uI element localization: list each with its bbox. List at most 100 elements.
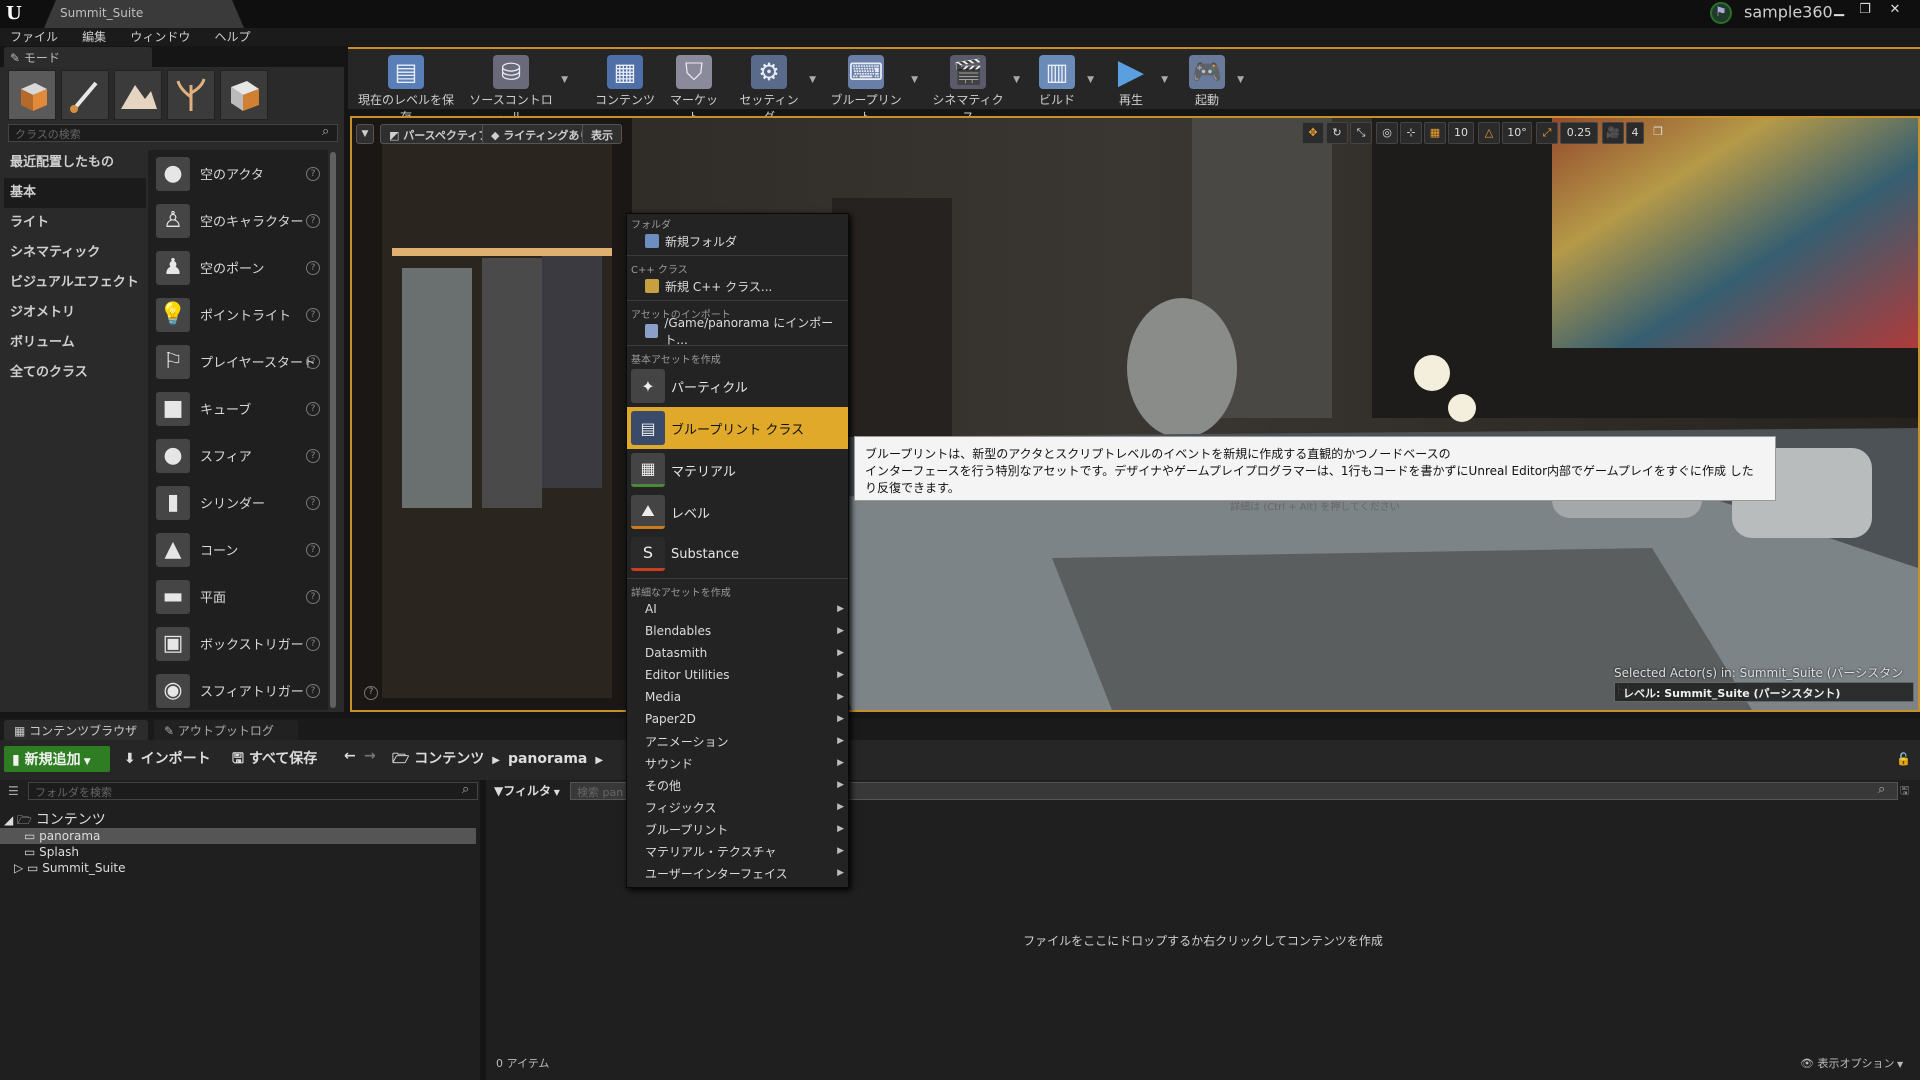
help-icon[interactable]: ? (306, 495, 320, 510)
help-icon[interactable]: ? (306, 542, 320, 557)
save-search-icon[interactable]: 🖫 (1900, 782, 1909, 801)
tree-item-panorama[interactable]: ▭ panorama (0, 828, 476, 844)
chevron-down-icon[interactable]: ▼ (561, 75, 568, 85)
tree-item-splash[interactable]: ▭ Splash (0, 844, 476, 860)
submenu-misc[interactable]: その他 ▶ (627, 774, 848, 796)
launch-button[interactable]: 🎮 起動 ▼ (1182, 55, 1244, 109)
class-search-input[interactable]: クラスの検索 (8, 124, 338, 142)
perspective-button[interactable]: ◩ パースペクティブ (380, 124, 499, 144)
play-button[interactable]: ▶ 再生 ▼ (1106, 52, 1168, 109)
place-mode-button[interactable] (8, 70, 56, 120)
create-particle-item[interactable]: ✦ パーティクル (627, 365, 848, 407)
help-icon[interactable]: ? (306, 260, 320, 275)
menu-window[interactable]: ウィンドウ (120, 28, 200, 46)
close-icon[interactable]: ✕ (1884, 2, 1906, 20)
menu-help[interactable]: ヘルプ (204, 28, 260, 46)
project-badge[interactable]: ⚑ sample360 (1710, 2, 1833, 26)
chevron-down-icon[interactable]: ▼ (809, 75, 816, 85)
help-icon[interactable]: ? (306, 166, 320, 181)
submenu-editor-utilities[interactable]: Editor Utilities ▶ (627, 664, 848, 686)
submenu-datasmith[interactable]: Datasmith ▶ (627, 642, 848, 664)
new-folder-item[interactable]: 新規フォルダ (627, 230, 848, 252)
foliage-mode-button[interactable] (167, 70, 215, 120)
submenu-animation[interactable]: アニメーション ▶ (627, 730, 848, 752)
list-item[interactable]: ⚐ プレイヤースタート? (148, 338, 328, 385)
list-item[interactable]: ♟ 空のポーン? (148, 244, 328, 291)
help-icon[interactable]: ? (306, 589, 320, 604)
category-visual-effects[interactable]: ビジュアルエフェクト (4, 268, 146, 298)
help-icon[interactable]: ? (306, 636, 320, 651)
grid-snap-icon[interactable]: ▦ (1424, 122, 1446, 144)
help-icon[interactable]: ? (306, 213, 320, 228)
help-icon[interactable]: ? (306, 354, 320, 369)
help-icon[interactable]: ? (306, 683, 320, 698)
tree-root[interactable]: ◢ 🗁 コンテンツ (0, 812, 476, 828)
submenu-blueprint[interactable]: ブループリント ▶ (627, 818, 848, 840)
search-icon[interactable]: ⌕ (462, 782, 469, 797)
content-button[interactable]: ▦ コンテンツ (594, 55, 656, 109)
list-item[interactable]: ▬ 平面? (148, 573, 328, 620)
list-item[interactable]: ● スフィア? (148, 432, 328, 479)
surface-snap-icon[interactable]: ⊹ (1400, 122, 1422, 144)
help-icon[interactable]: ? (306, 401, 320, 416)
scale-snap-icon[interactable]: ⤢ (1536, 122, 1558, 144)
chevron-down-icon[interactable]: ▼ (1013, 75, 1020, 85)
submenu-user-interface[interactable]: ユーザーインターフェイス ▶ (627, 862, 848, 884)
blueprints-button[interactable]: ⌨ブループリント▼ (826, 55, 918, 124)
paint-mode-button[interactable] (61, 70, 109, 120)
list-item[interactable]: ◉ スフィアトリガー? (148, 667, 328, 714)
chevron-down-icon[interactable]: ▼ (1161, 75, 1168, 85)
forward-arrow-icon[interactable]: → (364, 748, 376, 772)
tab-content-browser[interactable]: ▦ コンテンツブラウザ (4, 720, 148, 740)
search-icon[interactable]: ⌕ (322, 124, 329, 139)
submenu-media[interactable]: Media ▶ (627, 686, 848, 708)
level-viewport[interactable]: ▼ ◩ パースペクティブ ◆ ライティングあり 表示 ✥ ↻ ⤡ ◎ ⊹ ▦ 1… (350, 116, 1920, 712)
rotation-snap-value[interactable]: 10° (1502, 122, 1532, 144)
landscape-mode-button[interactable] (114, 70, 162, 120)
help-icon[interactable]: ? (306, 448, 320, 463)
save-all-button[interactable]: 🖫 すべて保存 (232, 748, 317, 772)
level-tab[interactable]: Summit_Suite (44, 0, 244, 28)
chevron-down-icon[interactable]: ▼ (911, 75, 918, 85)
translate-icon[interactable]: ✥ (1302, 122, 1324, 144)
grid-snap-value[interactable]: 10 (1448, 122, 1474, 144)
create-blueprint-class-item[interactable]: ▤ ブループリント クラス (627, 407, 848, 449)
build-button[interactable]: ▥ ビルド ▼ (1032, 55, 1094, 109)
list-item[interactable]: ▲ コーン? (148, 526, 328, 573)
create-level-item[interactable]: ⛰ レベル (627, 491, 848, 533)
viewport-options-button[interactable]: ▼ (356, 124, 374, 144)
breadcrumb-root[interactable]: コンテンツ (414, 751, 484, 767)
create-material-item[interactable]: ▦ マテリアル (627, 449, 848, 491)
category-all-classes[interactable]: 全てのクラス (4, 358, 146, 388)
submenu-ai[interactable]: AI ▶ (627, 598, 848, 620)
tree-item-summit-suite[interactable]: ▷ ▭ Summit_Suite (0, 860, 476, 876)
menu-edit[interactable]: 編集 (72, 28, 116, 46)
category-cinematic[interactable]: シネマティック (4, 238, 146, 268)
camera-speed-icon[interactable]: 🎥 (1602, 122, 1624, 144)
show-button[interactable]: 表示 (582, 124, 622, 144)
toggle-sources-icon[interactable]: ☰ (8, 784, 19, 798)
help-icon[interactable]: ? (306, 307, 320, 322)
tab-output-log[interactable]: ✎ アウトプットログ (154, 720, 298, 740)
minimize-icon[interactable]: ▁ (1828, 2, 1850, 20)
submenu-blendables[interactable]: Blendables ▶ (627, 620, 848, 642)
list-item[interactable]: 💡 ポイントライト? (148, 291, 328, 338)
camera-speed-value[interactable]: 4 (1626, 122, 1644, 144)
submenu-physics[interactable]: フィジックス ▶ (627, 796, 848, 818)
category-recent[interactable]: 最近配置したもの (4, 148, 146, 178)
world-local-icon[interactable]: ◎ (1376, 122, 1398, 144)
actor-list-scrollbar[interactable] (330, 152, 336, 708)
view-options-button[interactable]: 👁 表示オプション ▼ (1800, 1055, 1903, 1071)
modes-tab[interactable]: ✎ モード (4, 47, 152, 67)
category-volumes[interactable]: ボリューム (4, 328, 146, 358)
back-arrow-icon[interactable]: ← (344, 748, 356, 772)
chevron-down-icon[interactable]: ▼ (1087, 75, 1094, 85)
category-lights[interactable]: ライト (4, 208, 146, 238)
submenu-sound[interactable]: サウンド ▶ (627, 752, 848, 774)
scale-snap-value[interactable]: 0.25 (1560, 122, 1598, 144)
restore-icon[interactable]: ❐ (1854, 2, 1876, 20)
scale-icon[interactable]: ⤡ (1350, 122, 1372, 144)
list-item[interactable]: ■ キューブ? (148, 385, 328, 432)
search-icon[interactable]: ⌕ (1878, 782, 1885, 797)
unreal-logo-icon[interactable]: U (6, 3, 28, 25)
